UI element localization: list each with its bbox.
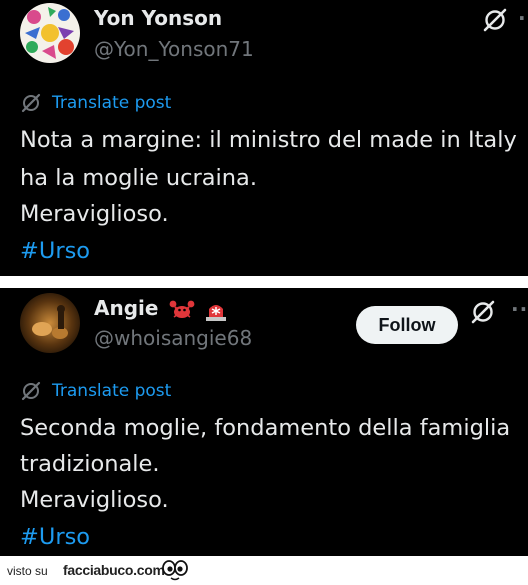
avatar[interactable] [20, 3, 80, 63]
author-name-row[interactable]: Angie [94, 296, 228, 321]
author-handle[interactable]: @Yon_Yonson71 [94, 37, 254, 61]
avatar[interactable] [20, 293, 80, 353]
post-text-line: Meraviglioso. [20, 487, 169, 513]
post-text-line: Seconda moglie, fondamento della famigli… [20, 415, 511, 441]
post-card: Angie @whoisangie68 Follow ·· Translate … [0, 288, 528, 556]
more-dots-icon[interactable]: ··· [518, 6, 528, 30]
grok-icon[interactable] [482, 7, 508, 33]
brand-label: facciabuco.com [63, 562, 165, 578]
translate-post-label: Translate post [52, 93, 172, 113]
follow-button[interactable]: Follow [356, 306, 458, 344]
watermark-footer: visto su facciabuco.com [0, 556, 528, 585]
grok-icon [21, 381, 41, 401]
post-text-line: tradizionale. [20, 451, 160, 477]
translate-post-link[interactable]: Translate post [20, 92, 171, 114]
eyes-logo-icon [162, 560, 188, 581]
author-name[interactable]: Yon Yonson [94, 6, 222, 30]
hashtag-link[interactable]: #Urso [20, 524, 90, 550]
siren-emoji-icon [206, 304, 227, 321]
crab-emoji-icon [170, 300, 195, 318]
translate-post-link[interactable]: Translate post [20, 380, 171, 402]
hashtag-link[interactable]: #Urso [20, 238, 90, 264]
post-card: Yon Yonson @Yon_Yonson71 ··· Translate p… [0, 0, 528, 276]
author-handle[interactable]: @whoisangie68 [94, 326, 252, 350]
translate-post-label: Translate post [52, 381, 172, 401]
grok-icon[interactable] [470, 299, 496, 325]
post-text-line: ha la moglie ucraina. [20, 165, 257, 191]
post-text-line: Meraviglioso. [20, 201, 169, 227]
visto-su-label: visto su [7, 564, 48, 578]
more-dots-icon[interactable]: ·· [511, 297, 528, 321]
post-text-line: Nota a margine: il ministro del made in … [20, 127, 517, 153]
grok-icon [21, 93, 41, 113]
author-name[interactable]: Angie [94, 296, 158, 320]
